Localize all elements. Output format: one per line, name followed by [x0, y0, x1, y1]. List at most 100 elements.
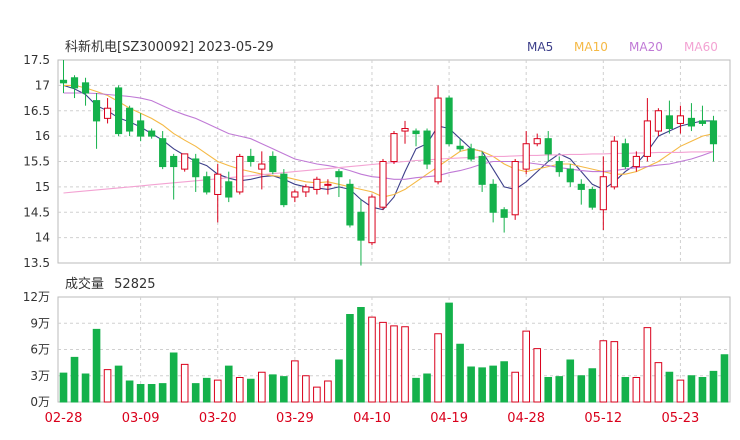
- candle-body: [159, 138, 167, 168]
- candle-body: [566, 168, 574, 183]
- price-tick-label: 14.5: [23, 205, 50, 219]
- candle-body: [577, 183, 585, 190]
- price-tick-label: 15.5: [23, 155, 50, 169]
- candle: [610, 136, 618, 190]
- candle-body: [478, 155, 486, 185]
- volume-bar: [522, 330, 531, 403]
- volume-bar: [533, 348, 542, 403]
- candle: [148, 128, 156, 139]
- candle: [368, 194, 376, 246]
- candle-body: [445, 97, 453, 145]
- volume-bar: [643, 327, 652, 403]
- date-tick-label: 03-09: [122, 411, 160, 426]
- candle-body: [59, 79, 68, 84]
- volume-bar: [577, 375, 586, 403]
- candle: [126, 105, 134, 137]
- volume-bar: [169, 352, 178, 403]
- legend-ma5: MA5: [527, 40, 553, 54]
- volume-bar: [709, 370, 718, 403]
- volume-bar: [500, 361, 508, 403]
- candle-body: [247, 155, 255, 163]
- candle: [676, 105, 685, 134]
- candle-body: [555, 161, 563, 173]
- volume-bar: [665, 371, 674, 403]
- legend: MA5 MA10 MA20 MA60: [527, 40, 718, 54]
- volume-bar: [324, 380, 332, 403]
- volume-title: 成交量 52825: [65, 276, 156, 292]
- legend-ma10: MA10: [574, 40, 608, 54]
- candle-body: [687, 117, 696, 127]
- volume-bar: [489, 365, 497, 403]
- volume-bar: [379, 321, 387, 403]
- candle: [709, 115, 718, 162]
- volume-y-axis: 12万 9万 6万 3万 0万: [23, 290, 50, 409]
- volume-tick-label: 0万: [30, 395, 50, 409]
- stock-chart: 科新机电[SZ300092] 2023-05-29 MA5 MA10 MA20 …: [23, 39, 731, 426]
- volume-bar: [335, 359, 343, 403]
- candle: [203, 171, 211, 195]
- candle-body: [544, 138, 552, 155]
- candle: [511, 158, 519, 220]
- candle: [632, 151, 640, 172]
- price-tick-label: 16.5: [23, 104, 50, 118]
- candle-body: [665, 115, 673, 130]
- candle-body: [489, 183, 497, 213]
- candle-body: [621, 143, 629, 168]
- volume-bar: [654, 362, 663, 403]
- volume-bar: [70, 356, 79, 403]
- volume-bar: [291, 360, 299, 403]
- candle: [577, 179, 585, 205]
- volume-bar: [59, 372, 68, 403]
- volume-bar: [456, 343, 464, 403]
- candle: [291, 189, 299, 203]
- volume-bar: [302, 375, 310, 403]
- candle-body: [258, 163, 266, 170]
- candle: [500, 207, 508, 233]
- candle: [390, 131, 398, 165]
- chart-title: 科新机电[SZ300092] 2023-05-29: [65, 39, 274, 55]
- candle: [269, 151, 277, 175]
- candle-body: [192, 158, 200, 178]
- candle-body: [269, 155, 277, 173]
- candle: [181, 153, 189, 172]
- candle-body: [456, 145, 464, 150]
- candle: [687, 103, 696, 132]
- volume-bar: [269, 374, 277, 403]
- price-tick-label: 17: [35, 78, 50, 92]
- candle-body: [390, 133, 398, 162]
- candle-body: [599, 176, 607, 211]
- date-tick-label: 02-28: [45, 411, 83, 426]
- volume-bar: [434, 333, 442, 403]
- volume-bar: [357, 307, 365, 403]
- candle: [599, 156, 607, 231]
- candle-body: [170, 155, 178, 168]
- price-tick-label: 17.5: [23, 53, 50, 67]
- candle-body: [181, 153, 189, 170]
- date-tick-label: 04-19: [430, 411, 468, 426]
- candle-body: [214, 173, 222, 195]
- volume-bar: [687, 375, 696, 403]
- candle-body: [313, 178, 321, 190]
- date-tick-label: 05-23: [662, 411, 700, 426]
- candle: [137, 113, 145, 142]
- candle: [401, 120, 409, 144]
- date-x-axis: 02-28 03-09 03-20 03-29 04-10 04-19 04-28 05-12…: [45, 411, 700, 426]
- volume-bar: [566, 359, 575, 403]
- candle-body: [70, 77, 79, 89]
- volume-bar: [313, 386, 321, 403]
- candle: [544, 131, 552, 162]
- volume-bar: [103, 369, 112, 403]
- legend-ma60: MA60: [684, 40, 718, 54]
- price-tick-label: 13.5: [23, 256, 50, 270]
- candle: [70, 75, 79, 99]
- volume-bar: [235, 377, 244, 403]
- candle: [698, 105, 707, 126]
- volume-bar: [544, 377, 553, 403]
- candle: [643, 98, 651, 162]
- volume-bar: [621, 377, 630, 403]
- candle: [92, 92, 101, 149]
- volume-label: 成交量: [65, 276, 104, 292]
- legend-ma20: MA20: [629, 40, 663, 54]
- candle: [313, 176, 321, 195]
- volume-bar: [224, 365, 233, 403]
